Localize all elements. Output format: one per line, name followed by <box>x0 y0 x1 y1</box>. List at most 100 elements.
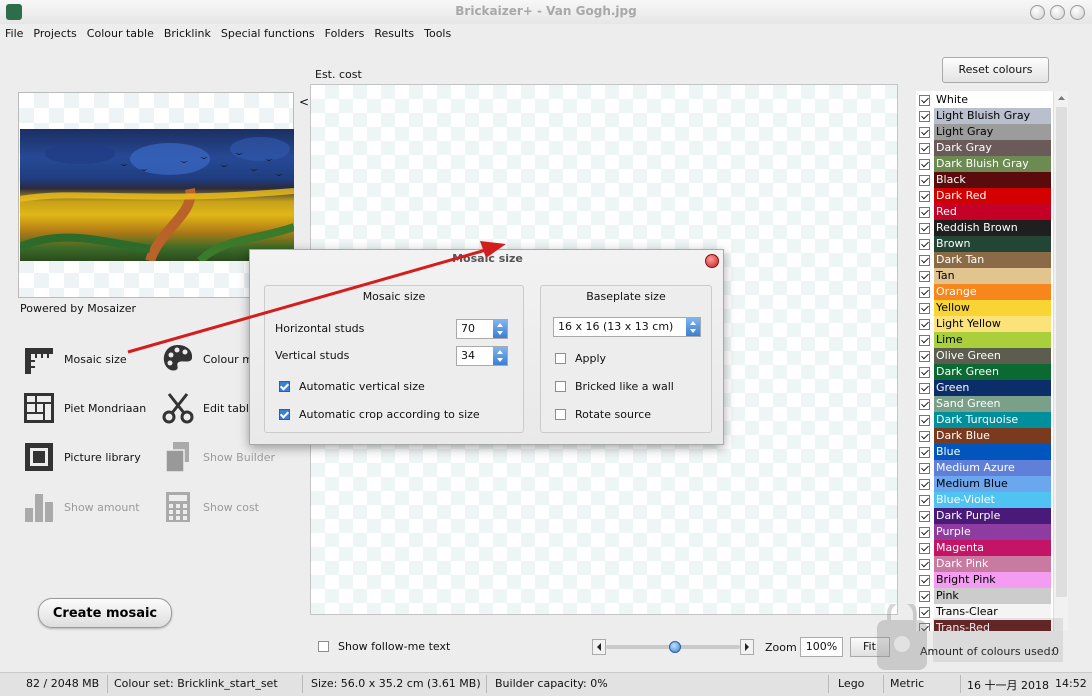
colour-checkbox[interactable] <box>919 318 930 330</box>
colour-checkbox[interactable] <box>919 526 930 538</box>
colour-item[interactable]: Dark Pink <box>916 556 1051 572</box>
colour-checkbox[interactable] <box>919 174 930 186</box>
colour-checkbox[interactable] <box>919 350 930 362</box>
colour-checkbox[interactable] <box>919 590 930 602</box>
colour-item[interactable]: Yellow <box>916 300 1051 316</box>
colour-list-scrollbar[interactable] <box>1053 91 1068 631</box>
colour-checkbox[interactable] <box>919 558 930 570</box>
vertical-studs-spinbox[interactable]: 34 <box>456 346 508 366</box>
colour-item[interactable]: Medium Azure <box>916 460 1051 476</box>
follow-me-checkbox[interactable] <box>318 641 329 652</box>
edit-table-tool[interactable]: Edit table <box>161 391 256 425</box>
auto-vertical-option[interactable]: Automatic vertical size <box>279 380 425 393</box>
colour-item[interactable]: White <box>916 92 1051 108</box>
colour-item[interactable]: Lime <box>916 332 1051 348</box>
colour-item[interactable]: Dark Red <box>916 188 1051 204</box>
colour-item[interactable]: Pink <box>916 588 1051 604</box>
auto-vertical-checkbox[interactable] <box>279 381 290 392</box>
colour-mode-tool[interactable]: Colour m <box>161 342 253 376</box>
colour-checkbox[interactable] <box>919 222 930 234</box>
maximize-button[interactable] <box>1050 5 1065 20</box>
bricked-option[interactable]: Bricked like a wall <box>555 380 674 393</box>
colour-checkbox[interactable] <box>919 462 930 474</box>
rotate-source-option[interactable]: Rotate source <box>555 408 651 421</box>
colour-checkbox[interactable] <box>919 398 930 410</box>
colour-item[interactable]: Bright Pink <box>916 572 1051 588</box>
colour-checkbox[interactable] <box>919 142 930 154</box>
colour-checkbox[interactable] <box>919 478 930 490</box>
show-cost-tool[interactable]: Show cost <box>161 490 259 524</box>
colour-item[interactable]: Brown <box>916 236 1051 252</box>
picture-library-tool[interactable]: Picture library <box>22 440 141 474</box>
colour-checkbox[interactable] <box>919 126 930 138</box>
colour-checkbox[interactable] <box>919 334 930 346</box>
colour-checkbox[interactable] <box>919 574 930 586</box>
menu-folders[interactable]: Folders <box>320 25 370 42</box>
colour-checkbox[interactable] <box>919 190 930 202</box>
bricked-checkbox[interactable] <box>555 381 566 392</box>
baseplate-size-select[interactable]: 16 x 16 (13 x 13 cm) <box>553 317 701 337</box>
apply-checkbox[interactable] <box>555 353 566 364</box>
colour-item[interactable]: Black <box>916 172 1051 188</box>
colour-checkbox[interactable] <box>919 414 930 426</box>
colour-item[interactable]: Light Gray <box>916 124 1051 140</box>
piet-mondriaan-tool[interactable]: Piet Mondriaan <box>22 391 146 425</box>
colour-checkbox[interactable] <box>919 158 930 170</box>
colour-item[interactable]: Olive Green <box>916 348 1051 364</box>
colour-checkbox[interactable] <box>919 382 930 394</box>
horizontal-studs-spinbox[interactable]: 70 <box>456 319 508 339</box>
colour-checkbox[interactable] <box>919 366 930 378</box>
colour-checkbox[interactable] <box>919 206 930 218</box>
colour-item[interactable]: Blue-Violet <box>916 492 1051 508</box>
zoom-value-field[interactable]: 100% <box>800 637 843 657</box>
colour-item[interactable]: Purple <box>916 524 1051 540</box>
slider-right-button[interactable] <box>740 639 754 655</box>
create-mosaic-button[interactable]: Create mosaic <box>38 598 172 628</box>
show-builder-tool[interactable]: Show Builder <box>161 440 275 474</box>
colour-item[interactable]: Light Bluish Gray <box>916 108 1051 124</box>
colour-item[interactable]: Dark Turquoise <box>916 412 1051 428</box>
colour-list[interactable]: White Light Bluish Gray Light Gray Dark Gra… <box>916 91 1068 631</box>
colour-item[interactable]: Reddish Brown <box>916 220 1051 236</box>
auto-crop-option[interactable]: Automatic crop according to size <box>279 408 480 421</box>
colour-checkbox[interactable] <box>919 254 930 266</box>
colour-checkbox[interactable] <box>919 238 930 250</box>
colour-item[interactable]: Green <box>916 380 1051 396</box>
dialog-close-icon[interactable] <box>705 254 719 268</box>
slider-thumb[interactable] <box>669 641 682 653</box>
colour-checkbox[interactable] <box>919 110 930 122</box>
colour-checkbox[interactable] <box>919 494 930 506</box>
colour-item[interactable]: Magenta <box>916 540 1051 556</box>
colour-item[interactable]: Red <box>916 204 1051 220</box>
colour-item[interactable]: Dark Tan <box>916 252 1051 268</box>
slider-left-button[interactable] <box>592 639 606 655</box>
colour-item[interactable]: Dark Blue <box>916 428 1051 444</box>
reset-colours-button[interactable]: Reset colours <box>942 57 1049 83</box>
show-amount-tool[interactable]: Show amount <box>22 490 140 524</box>
colour-checkbox[interactable] <box>919 270 930 282</box>
colour-checkbox[interactable] <box>919 286 930 298</box>
colour-item[interactable]: Sand Green <box>916 396 1051 412</box>
colour-item[interactable]: Dark Green <box>916 364 1051 380</box>
mosaic-size-tool[interactable]: Mosaic size <box>22 342 127 376</box>
colour-checkbox[interactable] <box>919 302 930 314</box>
colour-checkbox[interactable] <box>919 446 930 458</box>
menu-projects[interactable]: Projects <box>28 25 81 42</box>
follow-me-option[interactable]: Show follow-me text <box>318 640 450 653</box>
colour-item[interactable]: Dark Purple <box>916 508 1051 524</box>
spin-arrows-icon[interactable] <box>493 320 507 338</box>
auto-crop-checkbox[interactable] <box>279 409 290 420</box>
colour-item[interactable]: Light Yellow <box>916 316 1051 332</box>
minimize-button[interactable] <box>1030 5 1045 20</box>
colour-checkbox[interactable] <box>919 94 930 106</box>
menu-results[interactable]: Results <box>369 25 419 42</box>
colour-checkbox[interactable] <box>919 542 930 554</box>
colour-checkbox[interactable] <box>919 510 930 522</box>
menu-colour-table[interactable]: Colour table <box>82 25 159 42</box>
collapse-panel-button[interactable]: < <box>299 95 309 109</box>
close-button[interactable] <box>1070 5 1085 20</box>
colour-item[interactable]: Medium Blue <box>916 476 1051 492</box>
colour-item[interactable]: Orange <box>916 284 1051 300</box>
colour-item[interactable]: Dark Bluish Gray <box>916 156 1051 172</box>
colour-checkbox[interactable] <box>919 430 930 442</box>
